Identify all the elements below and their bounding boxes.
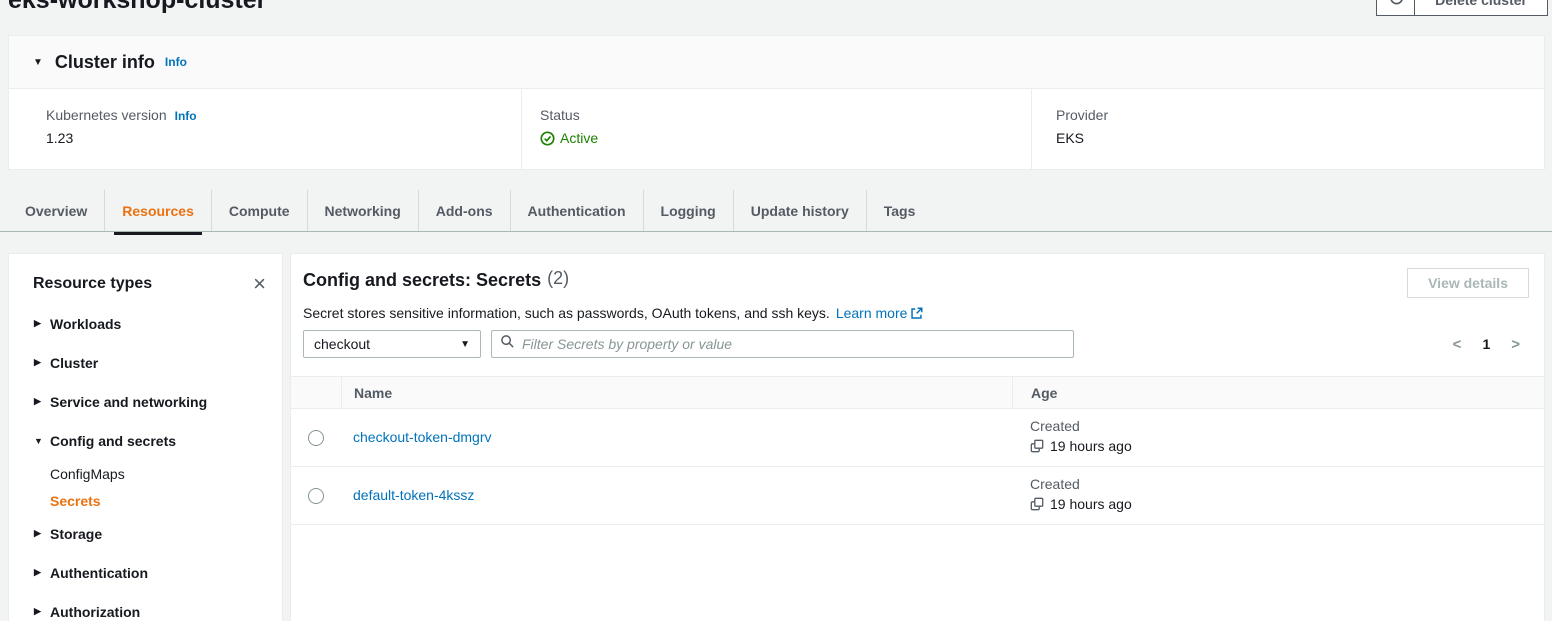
sidebar-item-authorization[interactable]: ▶ Authorization <box>9 592 282 621</box>
cluster-info-body: Kubernetes version Info 1.23 Status Activ… <box>9 89 1544 170</box>
chevron-right-icon: ▶ <box>34 357 50 368</box>
age-value: 19 hours ago <box>1050 438 1132 454</box>
filter-type-value: checkout <box>314 336 460 352</box>
sidebar-item-label: Authentication <box>50 565 148 581</box>
sidebar-item-label: Service and networking <box>50 394 207 410</box>
radio-button[interactable] <box>308 488 324 504</box>
sidebar-item-authentication[interactable]: ▶ Authentication <box>9 553 282 592</box>
copy-icon[interactable] <box>1030 439 1044 453</box>
sidebar-item-configmaps[interactable]: ConfigMaps <box>9 460 282 487</box>
cluster-tabs: Overview Resources Compute Networking Ad… <box>8 190 932 231</box>
sidebar-item-secrets[interactable]: Secrets <box>9 487 282 514</box>
sidebar-item-workloads[interactable]: ▶ Workloads <box>9 304 282 343</box>
close-icon[interactable]: × <box>253 274 266 294</box>
age-created-label: Created <box>1030 418 1544 434</box>
sidebar-item-label: ConfigMaps <box>50 466 125 482</box>
provider-label: Provider <box>1056 107 1544 123</box>
field-kubernetes-version: Kubernetes version Info 1.23 <box>9 89 521 170</box>
page-title: eks-workshop-cluster <box>8 0 266 14</box>
age-created-label: Created <box>1030 476 1544 492</box>
search-box <box>491 330 1074 358</box>
status-label: Status <box>540 107 1031 123</box>
panel-count: (2) <box>547 268 569 289</box>
tab-compute[interactable]: Compute <box>211 190 307 231</box>
secrets-table: Name Age checkout-token-dmgrv Created 19… <box>291 376 1544 525</box>
external-link-icon <box>907 305 923 321</box>
sidebar-item-label: Workloads <box>50 316 121 332</box>
next-page-icon[interactable]: > <box>1511 336 1520 353</box>
radio-button[interactable] <box>308 430 324 446</box>
table-row: default-token-4kssz Created 19 hours ago <box>291 467 1544 525</box>
tabs-divider <box>0 231 1552 232</box>
check-circle-icon <box>540 131 555 146</box>
secret-link[interactable]: default-token-4kssz <box>353 487 474 503</box>
secrets-panel: Config and secrets: Secrets (2) View det… <box>290 253 1545 621</box>
learn-more-link[interactable]: Learn more <box>836 305 924 321</box>
secret-link[interactable]: checkout-token-dmgrv <box>353 429 492 445</box>
field-status: Status Active <box>521 89 1031 170</box>
tab-resources[interactable]: Resources <box>104 190 211 231</box>
table-row: checkout-token-dmgrv Created 19 hours ag… <box>291 409 1544 467</box>
copy-icon[interactable] <box>1030 497 1044 511</box>
sidebar-item-label: Secrets <box>50 493 101 509</box>
tab-tags[interactable]: Tags <box>866 190 933 231</box>
status-badge: Active <box>540 130 1031 146</box>
resource-types-title: Resource types <box>33 275 253 293</box>
tab-logging[interactable]: Logging <box>643 190 733 231</box>
panel-heading: Config and secrets: Secrets <box>303 268 541 293</box>
cluster-info-card: ▼ Cluster info Info Kubernetes version In… <box>8 35 1545 170</box>
resource-types-tree: ▶ Workloads ▶ Cluster ▶ Service and netw… <box>9 304 282 621</box>
sidebar-item-label: Storage <box>50 526 102 542</box>
refresh-icon <box>1388 0 1405 10</box>
sidebar-item-service-and-networking[interactable]: ▶ Service and networking <box>9 382 282 421</box>
tab-update-history[interactable]: Update history <box>733 190 866 231</box>
age-value: 19 hours ago <box>1050 496 1132 512</box>
table-header: Name Age <box>291 376 1544 409</box>
status-value: Active <box>560 130 598 146</box>
refresh-button[interactable] <box>1376 0 1416 16</box>
delete-cluster-button[interactable]: Delete cluster <box>1414 0 1548 16</box>
tab-overview[interactable]: Overview <box>8 190 104 231</box>
sidebar-item-label: Authorization <box>50 604 140 620</box>
sidebar-item-label: Cluster <box>50 355 98 371</box>
cluster-info-header[interactable]: ▼ Cluster info Info <box>9 36 1544 89</box>
chevron-right-icon: ▶ <box>34 318 50 329</box>
tab-add-ons[interactable]: Add-ons <box>418 190 510 231</box>
chevron-down-icon: ▼ <box>34 436 50 446</box>
chevron-right-icon: ▶ <box>34 567 50 578</box>
column-header-age[interactable]: Age <box>1012 377 1544 408</box>
kubernetes-version-info-link[interactable]: Info <box>175 109 197 123</box>
chevron-right-icon: ▶ <box>34 528 50 539</box>
caret-down-icon: ▼ <box>460 339 470 350</box>
resource-types-panel: Resource types × ▶ Workloads ▶ Cluster ▶… <box>8 253 283 621</box>
search-icon <box>500 334 515 354</box>
cluster-info-title: Cluster info <box>55 52 155 73</box>
pagination: < 1 > <box>1453 336 1532 353</box>
provider-value: EKS <box>1056 130 1544 146</box>
column-header-name[interactable]: Name <box>341 377 1012 408</box>
kubernetes-version-label: Kubernetes version <box>46 107 167 123</box>
current-page[interactable]: 1 <box>1482 336 1490 352</box>
cluster-info-info-link[interactable]: Info <box>165 55 187 69</box>
view-details-button[interactable]: View details <box>1407 268 1529 298</box>
chevron-right-icon: ▶ <box>34 396 50 407</box>
sidebar-item-label: Config and secrets <box>50 433 176 449</box>
filter-type-dropdown[interactable]: checkout ▼ <box>303 330 481 358</box>
sidebar-item-config-and-secrets[interactable]: ▼ Config and secrets <box>9 421 282 460</box>
kubernetes-version-value: 1.23 <box>46 130 521 146</box>
chevron-right-icon: ▶ <box>34 606 50 617</box>
search-input[interactable] <box>522 336 1065 352</box>
field-provider: Provider EKS <box>1031 89 1544 170</box>
tab-authentication[interactable]: Authentication <box>510 190 643 231</box>
collapse-arrow-icon[interactable]: ▼ <box>33 57 43 68</box>
panel-description: Secret stores sensitive information, suc… <box>303 305 830 321</box>
sidebar-item-cluster[interactable]: ▶ Cluster <box>9 343 282 382</box>
tab-networking[interactable]: Networking <box>307 190 418 231</box>
sidebar-item-storage[interactable]: ▶ Storage <box>9 514 282 553</box>
prev-page-icon[interactable]: < <box>1453 336 1462 353</box>
